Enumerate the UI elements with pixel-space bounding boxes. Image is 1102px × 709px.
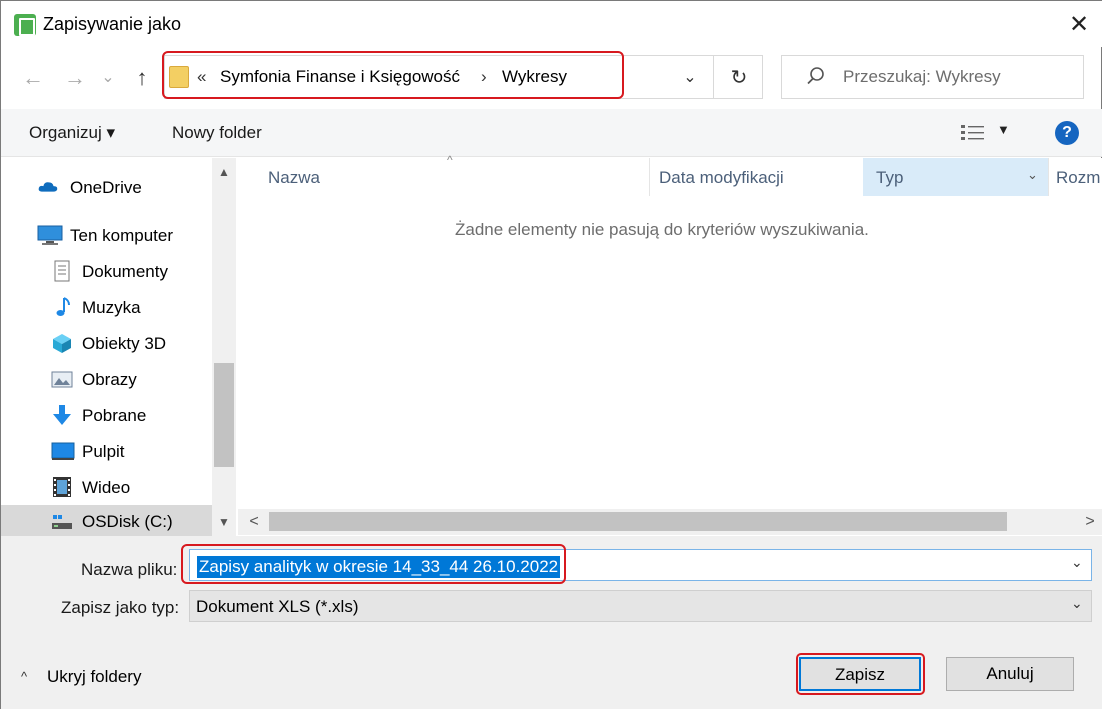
sidebar-item-label: Obiekty 3D [82,334,167,353]
desktop-icon [51,442,75,460]
computer-icon [37,225,63,245]
sidebar-item-label: OSDisk (C:) [82,512,173,531]
sidebar-item-pictures[interactable]: Obrazy [1,361,212,397]
scroll-down-icon[interactable]: ▼ [212,510,236,534]
sidebar-item-label: OneDrive [70,178,142,197]
sidebar-item-music[interactable]: Muzyka [1,289,212,325]
view-options-icon[interactable] [959,123,987,143]
address-dropdown-icon[interactable]: ⌄ [677,63,703,93]
sidebar-item-onedrive[interactable]: OneDrive [1,169,212,205]
column-divider[interactable] [649,158,650,196]
objects-3d-icon [53,334,71,353]
sidebar-item-desktop[interactable]: Pulpit [1,433,212,469]
music-icon [56,297,70,316]
hide-folders-button[interactable]: Ukryj foldery [47,667,141,687]
scroll-up-icon[interactable]: ▲ [212,160,236,184]
sidebar-item-osdisk[interactable]: OSDisk (C:) [1,505,212,536]
sidebar-item-label: Muzyka [82,298,141,317]
column-header-size[interactable]: Rozm [1056,168,1100,188]
documents-icon [54,260,70,282]
sidebar-item-3d-objects[interactable]: Obiekty 3D [1,325,212,361]
filetype-label: Zapisz jako typ: [61,598,180,617]
forward-icon[interactable]: → [60,63,90,93]
empty-list-message: Żadne elementy nie pasują do kryteriów w… [455,220,869,239]
refresh-icon[interactable]: ↻ [725,63,753,93]
sidebar-item-label: Obrazy [82,370,137,389]
filetype-value: Dokument XLS (*.xls) [196,597,359,616]
filename-dropdown-icon[interactable]: ⌄ [1071,554,1083,571]
window-title: Zapisywanie jako [43,14,182,34]
save-as-dialog: Zapisywanie jako ✕ ← → ⌄ ↑ « Symfonia Fi… [0,0,1102,709]
toolbar [1,109,1102,157]
sidebar-item-label: Wideo [82,478,131,497]
help-icon[interactable]: ? [1055,121,1079,145]
sidebar-item-label: Ten komputer [70,226,173,245]
search-icon [807,67,824,85]
drive-icon [52,515,72,529]
save-highlight-box [796,653,925,695]
sidebar-item-downloads[interactable]: Pobrane [1,397,212,433]
sidebar-item-label: Dokumenty [82,262,168,281]
sidebar-item-this-pc[interactable]: Ten komputer [1,217,212,253]
column-divider[interactable] [1048,158,1049,196]
back-icon[interactable]: ← [18,63,48,93]
horizontal-scrollbar-thumb[interactable] [269,512,1007,531]
filename-label: Nazwa pliku: [81,560,178,579]
filetype-dropdown-icon[interactable]: ⌄ [1071,595,1083,612]
address-divider [713,56,714,98]
address-highlight-box [162,51,624,99]
column-header-name[interactable]: Nazwa [268,168,320,188]
up-folder-icon[interactable]: ↑ [127,63,157,93]
downloads-icon [53,405,71,425]
sidebar-scrollbar[interactable] [212,158,236,536]
column-header-type[interactable]: Typ [876,168,903,188]
video-icon [53,477,71,497]
hide-folders-caret-icon[interactable]: ^ [21,669,27,684]
cancel-button[interactable]: Anuluj [946,657,1074,691]
sidebar-item-documents[interactable]: Dokumenty [1,253,212,289]
onedrive-icon [38,182,58,192]
file-list [238,158,1102,536]
search-placeholder: Przeszukaj: Wykresy [843,67,1001,86]
sort-ascending-icon: ^ [447,153,453,167]
close-icon[interactable]: ✕ [1065,11,1093,39]
recent-locations-icon[interactable]: ⌄ [97,63,119,93]
sidebar-scrollbar-thumb[interactable] [214,363,234,467]
app-icon [14,14,36,36]
new-folder-button[interactable]: Nowy folder [172,123,262,143]
sidebar-item-label: Pulpit [82,442,125,461]
view-dropdown-icon[interactable]: ▼ [997,122,1010,137]
sidebar-item-label: Pobrane [82,406,147,425]
pictures-icon [51,371,73,388]
column-filter-dropdown-icon[interactable]: ⌄ [1027,167,1038,183]
organize-button[interactable]: Organizuj ▾ [29,123,115,143]
filename-highlight-box [181,544,566,584]
scroll-left-icon[interactable]: < [242,510,266,534]
column-header-date[interactable]: Data modyfikacji [659,168,784,188]
scroll-right-icon[interactable]: > [1078,510,1102,534]
sidebar-item-video[interactable]: Wideo [1,469,212,505]
